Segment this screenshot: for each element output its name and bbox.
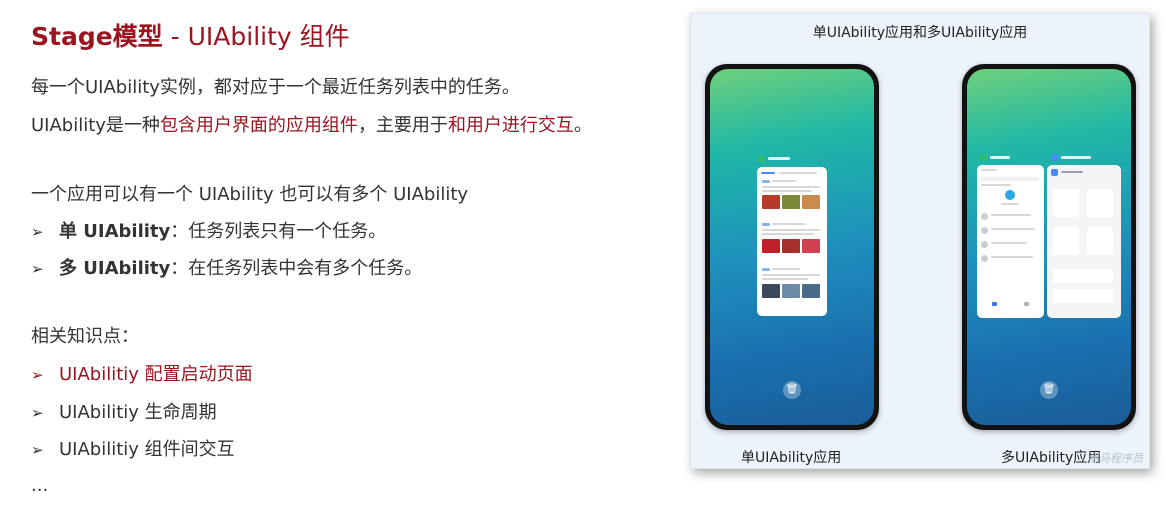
intro-text: 。 [573,115,592,136]
intro-text: ，主要用于 [357,115,448,136]
page-title: Stage模型 - UIAbility 组件 [31,17,350,53]
check-icon [1005,190,1015,200]
app-header [1051,154,1091,161]
card-tag [762,223,770,226]
app-name-bar [1061,156,1091,159]
card-thumbnail [802,239,820,253]
figure-title: 单UIAbility应用和多UIAbility应用 [812,25,1028,41]
app-header [758,155,790,162]
intro-line-1: 每一个UIAbility实例，都对应于一个最近任务列表中的任务。 [31,77,520,98]
card-line [762,190,812,192]
figure-panel: 单UIAbility应用和多UIAbility应用 🗑 🗑 单UIAbility… [690,13,1150,469]
bullet-single-uiability: ➢ 单 UIAbility：任务列表只有一个任务。 [31,217,386,243]
related-item-config-page[interactable]: ➢ UIAbilitiy 配置启动页面 [31,360,253,386]
widget-box [1053,289,1113,303]
card-line [1061,171,1083,173]
task-card-chat[interactable] [977,165,1044,318]
related-item-label: UIAbilitiy 组件间交互 [59,439,235,460]
bullet-bold: 单 UIAbility [59,221,171,242]
related-item-label: UIAbilitiy 生命周期 [59,402,217,423]
card-line [772,268,800,270]
card-line [762,278,808,280]
title-rest: - UIAbility 组件 [162,22,350,51]
widget-box [1087,227,1113,255]
card-line [762,233,814,235]
card-thumbnail [782,239,800,253]
avatar [981,255,988,262]
card-line [1001,203,1019,205]
arrow-bullet-icon: ➢ [31,260,44,278]
task-card-widget[interactable] [1047,165,1121,318]
intro-highlight-2: 和用户进行交互 [447,115,574,136]
card-line [991,228,1035,230]
arrow-bullet-icon: ➢ [31,223,44,241]
card-tag [762,268,770,271]
app-header [980,154,1010,161]
card-thumbnail [802,195,820,209]
widget-icon [1051,169,1058,176]
trash-icon[interactable]: 🗑 [1040,381,1058,399]
card-line [762,274,820,276]
arrow-bullet-icon: ➢ [31,441,44,459]
section-heading: 一个应用可以有一个 UIAbility 也可以有多个 UIAbility [31,184,469,205]
phone-multi: 🗑 [962,64,1136,430]
avatar [981,241,988,248]
related-heading: 相关知识点： [31,326,139,347]
card-thumbnail [802,284,820,298]
app-icon [980,154,987,161]
intro-line-2: UIAbility是一种包含用户界面的应用组件，主要用于和用户进行交互。 [31,111,592,137]
card-line [991,214,1031,216]
card-line [991,242,1027,244]
card-line [981,169,997,171]
card-line [762,229,820,231]
app-icon [758,155,765,162]
card-thumbnail [762,284,780,298]
bullet-bold: 多 UIAbility [59,258,171,279]
caption-multi: 多UIAbility应用 [1001,450,1102,466]
widget-box [1053,189,1079,217]
avatar [981,213,988,220]
related-item-lifecycle[interactable]: ➢ UIAbilitiy 生命周期 [31,398,217,424]
card-line [772,180,796,182]
card-line [779,172,817,174]
avatar [981,227,988,234]
card-thumbnail [762,239,780,253]
phone-screen: 🗑 [710,69,874,425]
phone-screen: 🗑 [967,69,1131,425]
caption-single: 单UIAbility应用 [741,450,842,466]
card-line [761,172,775,174]
card-thumbnail [762,195,780,209]
card-line [991,256,1033,258]
ellipsis: ... [31,475,49,496]
intro-text: UIAbility是一种 [31,115,160,136]
card-line [762,186,820,188]
nav-dot [1024,302,1029,306]
bullet-text: ：在任务列表中会有多个任务。 [170,258,423,279]
app-name-bar [768,157,790,160]
task-card[interactable] [757,167,827,316]
app-icon [1051,154,1058,161]
arrow-bullet-icon: ➢ [31,366,44,384]
phone-single: 🗑 [705,64,879,430]
card-search [981,177,1039,181]
widget-box [1087,189,1113,217]
widget-box [1053,227,1079,255]
app-name-bar [990,156,1010,159]
card-line [772,223,806,225]
widget-box [1053,269,1113,283]
trash-icon[interactable]: 🗑 [783,381,801,399]
card-line [981,184,1011,186]
card-thumbnail [782,195,800,209]
card-tag [762,180,770,183]
bullet-text: ：任务列表只有一个任务。 [170,221,387,242]
related-item-label: UIAbilitiy 配置启动页面 [59,364,253,385]
title-bold: Stage模型 [31,22,163,51]
nav-dot [992,302,997,306]
card-thumbnail [782,284,800,298]
intro-highlight-1: 包含用户界面的应用组件 [159,115,358,136]
bullet-multi-uiability: ➢ 多 UIAbility：在任务列表中会有多个任务。 [31,254,422,280]
watermark: 黑马程序员 [1088,452,1143,465]
related-item-interaction[interactable]: ➢ UIAbilitiy 组件间交互 [31,435,235,461]
arrow-bullet-icon: ➢ [31,404,44,422]
